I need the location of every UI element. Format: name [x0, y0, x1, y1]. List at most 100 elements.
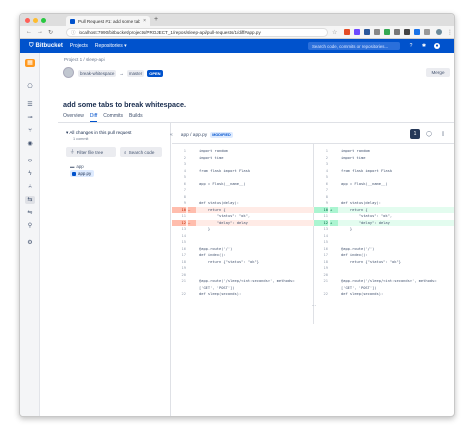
address-bar-row: ← → ↻ ⓘ localhost:7990/bitbucket/project…	[20, 26, 454, 39]
forward-arrow-icon[interactable]: →	[37, 29, 43, 35]
info-icon: ⓘ	[71, 29, 76, 35]
changes-subtitle: 1 commit	[73, 137, 89, 141]
side-by-side-diff: 1 import random 2 import time 3 4 from flask i…	[172, 143, 454, 416]
browser-window: Pull Request #1: add some tab × + ← → ↻ …	[19, 13, 455, 417]
new-tab-button[interactable]: +	[154, 16, 158, 23]
maximize-window-icon[interactable]	[41, 18, 46, 23]
browser-menu-icon[interactable]: ⋮	[447, 29, 453, 36]
user-avatar[interactable]: ●	[434, 43, 440, 49]
notification-icon[interactable]: ✱	[421, 43, 427, 49]
fork-icon[interactable]: ⑃	[25, 183, 35, 191]
branch-compare-icon[interactable]: ⇋	[25, 209, 35, 217]
line-number: 22	[323, 292, 328, 296]
extension-icon[interactable]	[414, 29, 420, 35]
tab-commits[interactable]: Commits	[103, 113, 123, 122]
url-field[interactable]: ⓘ localhost:7990/bitbucket/projects/PROJ…	[66, 28, 328, 37]
source-branch[interactable]: break-whitespace	[78, 70, 117, 77]
project-avatar-icon[interactable]: ▦	[25, 59, 35, 67]
extension-icon[interactable]	[394, 29, 400, 35]
repo-sidebar: ▦ ⎔ ☰ ⊸ ⑂ ◉ ‹› ϟ ⑃ ⇆ ⇋ ⚲ ⚙ »	[20, 53, 40, 416]
file-tree-panel: ▾ All changes in this pull request 1 com…	[58, 123, 171, 416]
extension-icon[interactable]	[384, 29, 390, 35]
modified-badge: MODIFIED	[210, 132, 233, 138]
profile-avatar-icon[interactable]	[436, 29, 442, 35]
diff-settings-icon[interactable]: ⚙	[452, 129, 455, 139]
search-code-label: Search code	[128, 149, 155, 155]
code-text: def sleep(seconds):	[341, 292, 384, 296]
extension-icon[interactable]	[424, 29, 430, 35]
filter-file-tree-button[interactable]: ⏚ Filter file tree	[66, 147, 116, 157]
changes-selector[interactable]: ▾ All changes in this pull request 1 com…	[66, 130, 131, 141]
expand-context-icon[interactable]: ⋯	[172, 303, 454, 309]
bitbucket-favicon-icon	[70, 18, 75, 24]
breadcrumb: Project 1 / sleep-api	[64, 57, 105, 62]
status-badge: OPEN	[147, 70, 163, 77]
diff-line[interactable]: 22 def sleep(seconds):	[314, 291, 454, 298]
comment-icon[interactable]: ◯	[424, 129, 434, 139]
close-window-icon[interactable]	[25, 18, 30, 23]
diff-line[interactable]: 22 def sleep(seconds):	[172, 291, 314, 298]
bitbucket-bucket-icon: ⛉	[29, 42, 34, 49]
view-file-icon[interactable]: ▯	[438, 129, 448, 139]
minimize-window-icon[interactable]	[33, 18, 38, 23]
extension-icon[interactable]	[374, 29, 380, 35]
browser-tab[interactable]: Pull Request #1: add some tab ×	[66, 16, 150, 26]
branches-icon[interactable]: ⑂	[25, 127, 35, 135]
settings-gear-icon[interactable]: ⚙	[25, 239, 35, 247]
breadcrumb-separator: /	[83, 57, 85, 62]
branch-info: break-whitespace → master OPEN	[78, 70, 163, 77]
brand-name: Bitbucket	[35, 43, 63, 49]
tag-icon[interactable]: ⚲	[25, 222, 35, 230]
arrow-right-icon: →	[119, 71, 124, 76]
pull-requests-icon[interactable]: ⇆	[25, 196, 35, 204]
extension-icon[interactable]	[354, 29, 360, 35]
browser-tab-title: Pull Request #1: add some tab	[78, 18, 141, 24]
breadcrumb-project[interactable]: Project 1	[64, 57, 82, 62]
global-search-input[interactable]: Search code, commits or repositories...	[308, 42, 400, 50]
diff-pane-right: 1 import random 2 import time 3 4 from flask i…	[314, 144, 454, 324]
comment-count-button[interactable]: 1	[410, 129, 420, 139]
back-arrow-icon[interactable]: ←	[26, 29, 32, 35]
breadcrumb-repo[interactable]: sleep-api	[86, 57, 105, 62]
author-avatar[interactable]	[63, 67, 74, 78]
extension-icon[interactable]	[344, 29, 350, 35]
folder-name: app	[76, 164, 84, 169]
browser-tab-bar: Pull Request #1: add some tab × +	[20, 14, 454, 26]
extension-icon[interactable]	[364, 29, 370, 35]
help-icon[interactable]: ?	[408, 43, 414, 49]
source-icon[interactable]: ☰	[25, 101, 35, 109]
code-text: def sleep(seconds):	[199, 292, 242, 296]
diff-file-path: app / app.py	[180, 132, 208, 138]
page-title: add some tabs to break whitespace.	[63, 100, 187, 109]
pr-tabs: Overview Diff Commits Builds	[63, 113, 143, 122]
tab-overview[interactable]: Overview	[63, 113, 84, 122]
eye-icon[interactable]: ◉	[25, 140, 35, 148]
merge-button[interactable]: Merge	[426, 68, 450, 77]
target-branch[interactable]: master	[126, 70, 145, 77]
line-number: 22	[181, 292, 186, 296]
tree-folder[interactable]: ▬ app	[70, 164, 84, 169]
tab-builds[interactable]: Builds	[129, 113, 143, 122]
commits-icon[interactable]: ⊸	[25, 114, 35, 122]
bitbucket-header: ⛉ Bitbucket Projects Repositories ▾ Sear…	[20, 39, 454, 53]
url-text: localhost:7990/bitbucket/projects/PROJEC…	[78, 30, 261, 35]
close-tab-icon[interactable]: ×	[143, 18, 146, 24]
diff-pane-left: 1 import random 2 import time 3 4 from flask i…	[172, 144, 314, 324]
search-placeholder: Search code, commits or repositories...	[312, 43, 389, 49]
nav-repositories[interactable]: Repositories ▾	[95, 43, 127, 49]
filter-icon: ⏚	[70, 149, 75, 154]
tree-file-selected[interactable]: app.py	[70, 170, 95, 177]
search-icon: ⌕	[124, 149, 127, 155]
reload-icon[interactable]: ↻	[48, 29, 53, 36]
code-icon[interactable]: ‹›	[25, 157, 35, 165]
search-code-button[interactable]: ⌕ Search code	[120, 147, 162, 157]
nav-projects[interactable]: Projects	[70, 43, 88, 49]
repo-icon[interactable]: ⎔	[25, 83, 35, 91]
lightning-icon[interactable]: ϟ	[25, 170, 35, 178]
bitbucket-logo[interactable]: ⛉ Bitbucket	[29, 43, 63, 50]
collapse-left-icon[interactable]: «	[170, 132, 173, 138]
bookmark-star-icon[interactable]: ☆	[332, 29, 337, 36]
diff-file-header: « app / app.py MODIFIED 1 ◯ ▯ ⚙	[170, 128, 455, 142]
tab-diff[interactable]: Diff	[89, 113, 98, 122]
extension-icon[interactable]	[404, 29, 410, 35]
